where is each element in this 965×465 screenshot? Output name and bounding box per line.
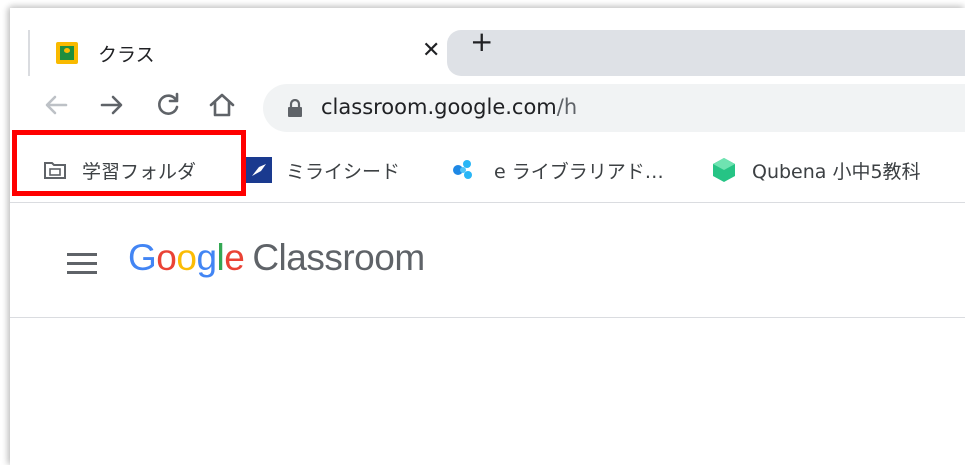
bookmark-elibrary[interactable]: e ライブラリアド… <box>450 155 664 185</box>
forward-button[interactable] <box>96 89 128 121</box>
main-menu-icon[interactable] <box>67 253 97 275</box>
classroom-header: Google Classroom <box>10 203 965 318</box>
qubena-icon <box>713 158 735 182</box>
reload-button[interactable] <box>152 89 184 121</box>
tab-strip: クラス ✕ + <box>10 8 965 76</box>
url-path: /h <box>556 95 578 119</box>
back-arrow-icon <box>45 95 68 115</box>
home-button[interactable] <box>206 89 238 121</box>
tab-close-icon[interactable]: ✕ <box>422 38 440 63</box>
url-text[interactable]: classroom.google.com/h <box>321 95 577 119</box>
bookmark-label: ミライシード <box>286 160 401 183</box>
highlight-box <box>12 130 246 196</box>
logo-letter: g <box>196 237 217 278</box>
address-bar[interactable]: classroom.google.com/h <box>263 84 965 132</box>
miraiseed-icon <box>246 157 272 183</box>
logo-letter: e <box>224 237 245 278</box>
classroom-favicon-icon <box>56 42 78 64</box>
google-classroom-logo[interactable]: Google Classroom <box>128 237 425 279</box>
logo-letter: o <box>176 237 197 278</box>
lock-icon[interactable] <box>287 99 303 117</box>
tab-classroom[interactable]: クラス ✕ <box>28 30 442 76</box>
bookmark-qubena[interactable]: Qubena 小中5教科 <box>710 155 921 185</box>
back-button[interactable] <box>40 89 72 121</box>
product-name: Classroom <box>252 237 425 278</box>
elibrary-icon <box>453 160 472 179</box>
logo-letter: G <box>128 237 157 278</box>
toolbar: classroom.google.com/h <box>10 76 965 138</box>
forward-arrow-icon <box>100 95 123 115</box>
browser-window: クラス ✕ + classroom.google.com/h 学習フォルダ ミラ… <box>10 8 965 465</box>
url-domain: classroom.google.com <box>321 95 557 119</box>
new-tab-button[interactable]: + <box>470 28 493 56</box>
bookmark-miraiseed[interactable]: ミライシード <box>246 155 400 185</box>
tab-title: クラス <box>98 44 155 66</box>
bookmark-label: e ライブラリアド… <box>494 160 664 183</box>
bookmark-label: Qubena 小中5教科 <box>752 160 921 183</box>
logo-letter: o <box>156 237 177 278</box>
reload-icon <box>158 92 179 115</box>
home-icon <box>209 93 235 117</box>
tab-strip-background <box>447 30 965 76</box>
